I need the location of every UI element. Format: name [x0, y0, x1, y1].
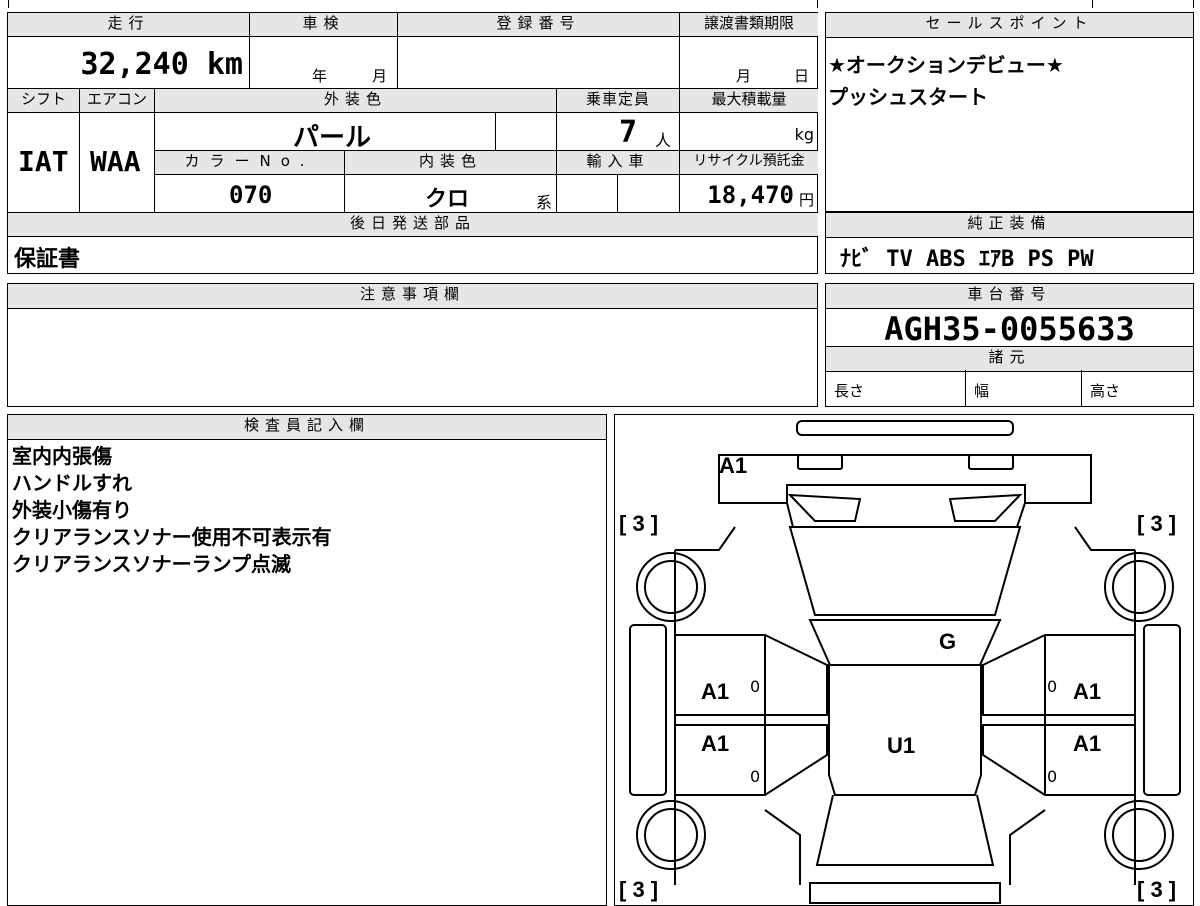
- car-outline-icon: [629, 420, 1181, 904]
- chassis-header: 車台番号: [826, 284, 1193, 309]
- standard-equipment-box: 純正装備 ﾅﾋﾞ TV ABS ｴｱB PS PW: [825, 212, 1194, 274]
- inspection-header: 車検: [250, 13, 398, 37]
- recycle-value: 18,470: [707, 181, 794, 209]
- exterior-color-header: 外装色: [155, 89, 557, 113]
- inspection-month: 月: [372, 67, 388, 85]
- inspection-field: 年 月: [250, 37, 398, 89]
- transfer-month: 月: [736, 67, 752, 85]
- capacity-field: 7 人: [557, 113, 680, 151]
- max-load-field: kg: [680, 113, 818, 151]
- capacity-value: 7: [619, 115, 638, 150]
- interior-color-field: クロ 系: [345, 175, 557, 213]
- standard-equipment-value: ﾅﾋﾞ TV ABS ｴｱB PS PW: [840, 247, 1094, 272]
- inspection-year: 年: [312, 67, 328, 85]
- color-no-header: カラーNo.: [155, 151, 345, 175]
- color-no-value: 070: [229, 181, 273, 209]
- chassis-number: AGH35-0055633: [884, 310, 1135, 348]
- import-header: 輸入車: [557, 151, 680, 175]
- shift-header: シフト: [8, 89, 80, 113]
- spec-height-label: 高さ: [1090, 382, 1121, 400]
- mileage-header: 走行: [8, 13, 250, 37]
- recycle-field: 18,470 円: [680, 175, 818, 213]
- door-front-right-sub: 0: [1047, 677, 1058, 696]
- door-rear-right-sub: 0: [1047, 767, 1058, 786]
- mileage-value: 32,240 km: [80, 47, 243, 82]
- import-field-b: [618, 175, 680, 213]
- interior-color-header: 内装色: [345, 151, 557, 175]
- door-rear-left-sub: 0: [750, 767, 761, 786]
- front-bumper-damage: A1: [719, 453, 748, 478]
- top-strip: [8, 0, 818, 8]
- sales-point-box: セールスポイント ★オークションデビュー★ プッシュスタート: [825, 12, 1194, 212]
- tire-rear-right: [ 3 ]: [1137, 877, 1177, 902]
- roof-damage: U1: [887, 733, 916, 758]
- chassis-box: 車台番号 AGH35-0055633 諸元 長さ 幅 高さ: [825, 283, 1194, 407]
- shift-field: IAT: [8, 113, 80, 213]
- vehicle-diagram: A1 [ 3 ] [ 3 ] [ 3 ] [ 3 ] G A1 0 A1 0 A…: [614, 414, 1194, 906]
- later-shipping-header: 後日発送部品: [8, 213, 818, 237]
- spec-height-cell: 高さ: [1082, 370, 1193, 406]
- aircon-field: WAA: [80, 113, 155, 213]
- inspector-header: 検査員記入欄: [8, 415, 606, 440]
- import-field-a: [557, 175, 618, 213]
- max-load-header: 最大積載量: [680, 89, 818, 113]
- tire-rear-left: [ 3 ]: [619, 877, 659, 902]
- interior-color-value: クロ: [425, 187, 470, 212]
- inspector-box: 検査員記入欄 室内内張傷 ハンドルすれ 外装小傷有り クリアランスソナー使用不可…: [7, 414, 607, 906]
- door-front-left-sub: 0: [750, 677, 761, 696]
- max-load-unit: kg: [794, 125, 814, 144]
- transfer-day: 日: [794, 67, 810, 85]
- door-front-right-damage: A1: [1073, 679, 1102, 704]
- inspector-note: ハンドルすれ: [12, 471, 132, 495]
- tire-front-left: [ 3 ]: [619, 511, 659, 536]
- door-rear-right-damage: A1: [1073, 731, 1102, 756]
- vehicle-info-table: 走行 車検 登録番号 譲渡書類期限 32,240 km 年 月 月 日 シフト …: [7, 12, 818, 274]
- aircon-value: WAA: [90, 145, 141, 178]
- transfer-deadline-header: 譲渡書類期限: [680, 13, 818, 37]
- inspector-note: クリアランスソナー使用不可表示有: [12, 525, 332, 549]
- spec-width-cell: 幅: [966, 370, 1082, 406]
- spec-length-cell: 長さ: [826, 370, 966, 406]
- recycle-header: リサイクル預託金: [680, 151, 818, 175]
- inspector-notes-list: 室内内張傷 ハンドルすれ 外装小傷有り クリアランスソナー使用不可表示有 クリア…: [12, 443, 332, 578]
- later-shipping-value: 保証書: [14, 247, 81, 272]
- notes-box: 注意事項欄: [7, 283, 818, 407]
- specs-header: 諸元: [826, 346, 1193, 372]
- registration-field: [398, 37, 680, 89]
- door-front-left-damage: A1: [701, 679, 730, 704]
- windshield-damage: G: [939, 629, 957, 654]
- color-no-field: 070: [155, 175, 345, 213]
- mileage-field: 32,240 km: [8, 37, 250, 89]
- spec-width-label: 幅: [974, 382, 990, 400]
- notes-header: 注意事項欄: [8, 284, 817, 309]
- later-shipping-field: 保証書: [8, 237, 818, 273]
- standard-equipment-header: 純正装備: [826, 213, 1193, 238]
- inspector-note: 外装小傷有り: [12, 498, 132, 522]
- door-rear-left-damage: A1: [701, 731, 730, 756]
- shift-value: IAT: [18, 145, 69, 178]
- top-strip-right: [1092, 0, 1194, 8]
- spec-length-label: 長さ: [834, 382, 865, 400]
- registration-header: 登録番号: [398, 13, 680, 37]
- exterior-color-value: パール: [293, 123, 372, 153]
- inspector-note: 室内内張傷: [12, 444, 112, 468]
- exterior-color-extra: [496, 113, 557, 151]
- sales-point-line-1: ★オークションデビュー★: [828, 53, 1064, 77]
- interior-color-suffix: 系: [535, 193, 552, 212]
- transfer-deadline-field: 月 日: [680, 37, 818, 89]
- exterior-color-field: パール: [155, 113, 496, 153]
- sales-point-line-2: プッシュスタート: [828, 85, 988, 109]
- inspector-note: クリアランスソナーランプ点滅: [12, 552, 291, 576]
- tire-front-right: [ 3 ]: [1137, 511, 1177, 536]
- capacity-header: 乗車定員: [557, 89, 680, 113]
- aircon-header: エアコン: [80, 89, 155, 113]
- sales-point-header: セールスポイント: [826, 13, 1193, 38]
- recycle-unit: 円: [798, 191, 814, 209]
- capacity-unit: 人: [655, 131, 672, 150]
